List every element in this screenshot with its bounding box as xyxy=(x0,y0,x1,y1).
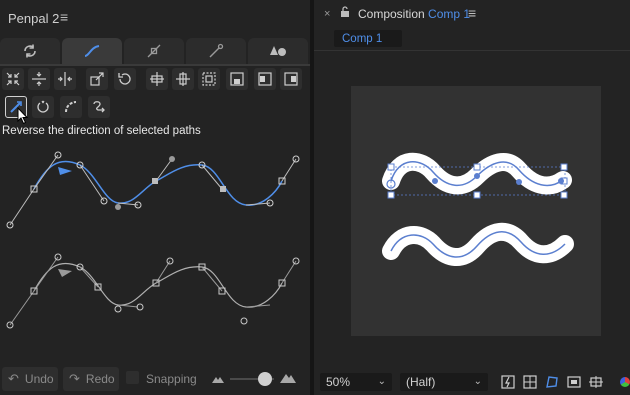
wave-path xyxy=(382,223,574,266)
redo-icon: ↷ xyxy=(69,371,80,386)
tab-shapes[interactable] xyxy=(248,38,308,64)
collapse-tool[interactable] xyxy=(2,68,24,90)
close-path-icon xyxy=(37,100,49,113)
composition-footer: 50% ⌄ (Half) ⌄ xyxy=(314,370,630,395)
guides-button[interactable] xyxy=(588,374,604,390)
snapping-label: Snapping xyxy=(146,372,197,386)
tooltip-text: Reverse the direction of selected paths xyxy=(2,125,201,137)
penpal-header: Penpal 2 ≡ xyxy=(0,0,310,36)
tab-node[interactable] xyxy=(124,38,184,64)
penpal-bottom-bar: ↶ Undo ↷ Redo Snapping xyxy=(0,365,310,395)
refresh-icon xyxy=(24,44,36,58)
header-divider xyxy=(314,50,630,51)
undo-icon: ↶ xyxy=(8,371,19,386)
undo-button[interactable]: ↶ Undo xyxy=(2,367,58,391)
curve-icon xyxy=(84,45,100,57)
mask-path-icon xyxy=(546,376,558,388)
selected-wave xyxy=(382,152,572,199)
join-paths-icon xyxy=(93,101,105,113)
region-of-interest-button[interactable] xyxy=(566,374,582,390)
comp-tab[interactable]: Comp 1 xyxy=(334,30,402,47)
align-right-tool[interactable] xyxy=(280,68,302,90)
align-left-tool[interactable] xyxy=(254,68,276,90)
resolution-value: (Half) xyxy=(406,375,436,389)
distribute-vertical-icon xyxy=(150,72,164,86)
tab-line-pen[interactable] xyxy=(186,38,246,64)
size-slider[interactable] xyxy=(230,372,274,386)
distribute-vertical-tool[interactable] xyxy=(146,68,168,90)
line-pen-icon xyxy=(209,43,224,58)
region-of-interest-icon xyxy=(567,376,581,388)
fast-previews-icon xyxy=(501,375,515,389)
transparency-grid-icon xyxy=(523,375,537,389)
align-left-icon xyxy=(258,72,272,86)
path-preview xyxy=(6,151,300,329)
small-mountain-icon xyxy=(212,377,224,383)
shapes-icon xyxy=(270,46,286,56)
composition-label: Composition xyxy=(358,7,425,21)
composition-canvas[interactable] xyxy=(351,86,601,336)
snapping-checkbox[interactable] xyxy=(126,371,139,384)
penpal-panel: Penpal 2 ≡ Reverse the direction of sele… xyxy=(0,0,310,395)
chevron-down-icon: ⌄ xyxy=(473,376,482,387)
rotate-icon xyxy=(118,73,131,85)
redo-button[interactable]: ↷ Redo xyxy=(63,367,119,391)
zoom-dropdown[interactable]: 50% ⌄ xyxy=(320,373,392,391)
tab-refresh[interactable] xyxy=(0,38,60,64)
hamburger-icon[interactable]: ≡ xyxy=(468,5,476,21)
align-horizontal-tool[interactable] xyxy=(54,68,76,90)
guides-icon xyxy=(589,376,603,388)
align-top-icon xyxy=(202,72,216,86)
align-bottom-tool[interactable] xyxy=(226,68,248,90)
hamburger-icon[interactable]: ≡ xyxy=(60,9,68,25)
tab-curve[interactable] xyxy=(62,38,122,64)
undo-label: Undo xyxy=(24,372,54,386)
scale-tool[interactable] xyxy=(86,68,108,90)
redo-label: Redo xyxy=(85,372,115,386)
align-center-vertical-icon xyxy=(32,72,46,86)
composition-panel: × Composition Comp 1 ≡ Comp 1 50% ⌄ (Hal… xyxy=(314,0,630,395)
align-bottom-icon xyxy=(230,72,244,86)
scale-icon xyxy=(90,72,104,86)
mask-path-button[interactable] xyxy=(544,374,560,390)
collapse-arrows-icon xyxy=(6,72,20,86)
smooth-path-icon xyxy=(65,101,77,113)
mouse-cursor-icon xyxy=(17,107,29,125)
join-paths-tool[interactable] xyxy=(88,96,110,118)
smooth-path-tool[interactable] xyxy=(60,96,82,118)
align-vertical-tool[interactable] xyxy=(28,68,50,90)
transparency-grid-button[interactable] xyxy=(522,374,538,390)
zoom-value: 50% xyxy=(326,375,351,389)
node-icon xyxy=(147,44,161,58)
rotate-tool[interactable] xyxy=(114,68,136,90)
panel-title: Penpal 2 xyxy=(8,11,60,26)
fast-previews-button[interactable] xyxy=(500,374,516,390)
composition-title: Composition Comp 1 xyxy=(358,7,470,21)
distribute-horizontal-tool[interactable] xyxy=(172,68,194,90)
canvas-artwork xyxy=(382,152,574,266)
composition-name: Comp 1 xyxy=(428,7,471,21)
tool-tabs xyxy=(0,38,310,64)
size-slider-handle[interactable] xyxy=(258,372,272,386)
tab-underline xyxy=(0,64,310,66)
align-top-tool[interactable] xyxy=(198,68,220,90)
distribute-horizontal-icon xyxy=(176,72,190,86)
align-right-icon xyxy=(284,72,298,86)
close-icon[interactable]: × xyxy=(324,8,330,20)
chevron-down-icon: ⌄ xyxy=(377,376,386,387)
large-mountain-icon xyxy=(280,374,296,383)
align-center-horizontal-icon xyxy=(58,72,72,86)
lock-icon[interactable] xyxy=(340,6,350,18)
close-path-tool[interactable] xyxy=(32,96,54,118)
selected-path-preview xyxy=(6,151,300,229)
unselected-path-preview xyxy=(6,253,300,329)
resolution-dropdown[interactable]: (Half) ⌄ xyxy=(400,373,488,391)
color-channel-icon[interactable] xyxy=(620,377,630,387)
composition-header: × Composition Comp 1 ≡ xyxy=(314,0,630,28)
